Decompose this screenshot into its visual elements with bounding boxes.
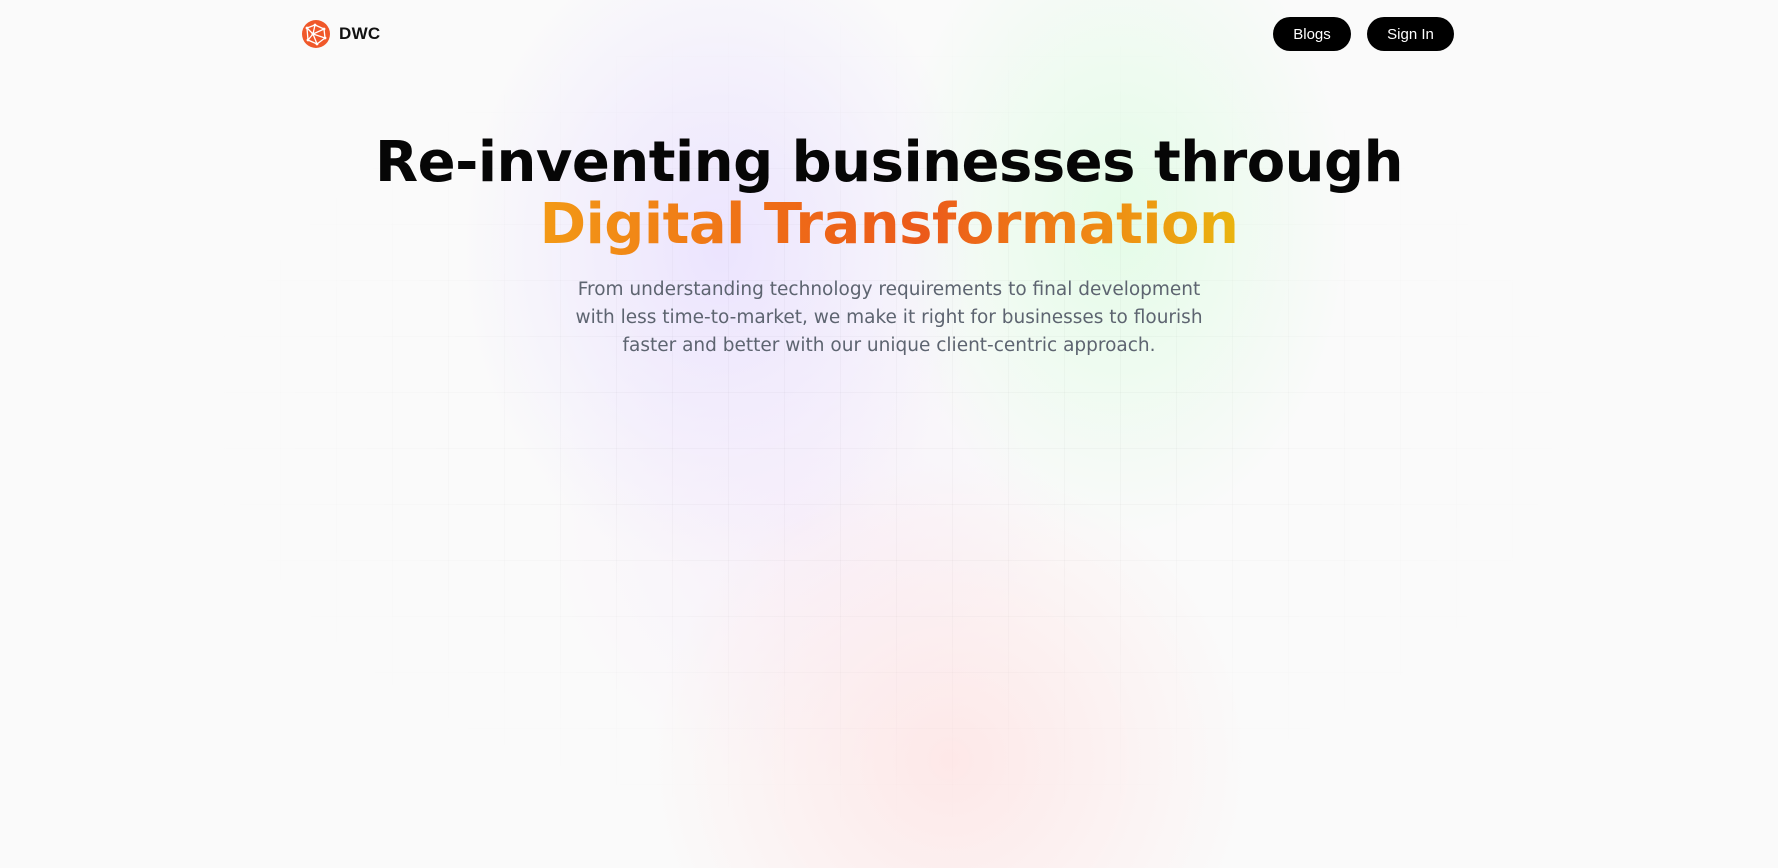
hero-section: Re-inventing businesses through Digital … — [0, 132, 1778, 360]
sign-in-button[interactable]: Sign In — [1367, 17, 1454, 51]
hero-subtitle: From understanding technology requiremen… — [575, 279, 1203, 356]
blogs-button[interactable]: Blogs — [1273, 17, 1351, 51]
nav-actions: Blogs Sign In — [1273, 17, 1454, 51]
hero-headline-highlight: Digital Transformation — [539, 192, 1239, 257]
hero-headline: Re-inventing businesses through — [374, 130, 1404, 195]
brand-link[interactable]: DWC — [301, 19, 381, 49]
top-navbar: DWC Blogs Sign In — [301, 16, 1454, 52]
brand-name: DWC — [339, 24, 381, 43]
globe-network-icon — [302, 20, 330, 48]
